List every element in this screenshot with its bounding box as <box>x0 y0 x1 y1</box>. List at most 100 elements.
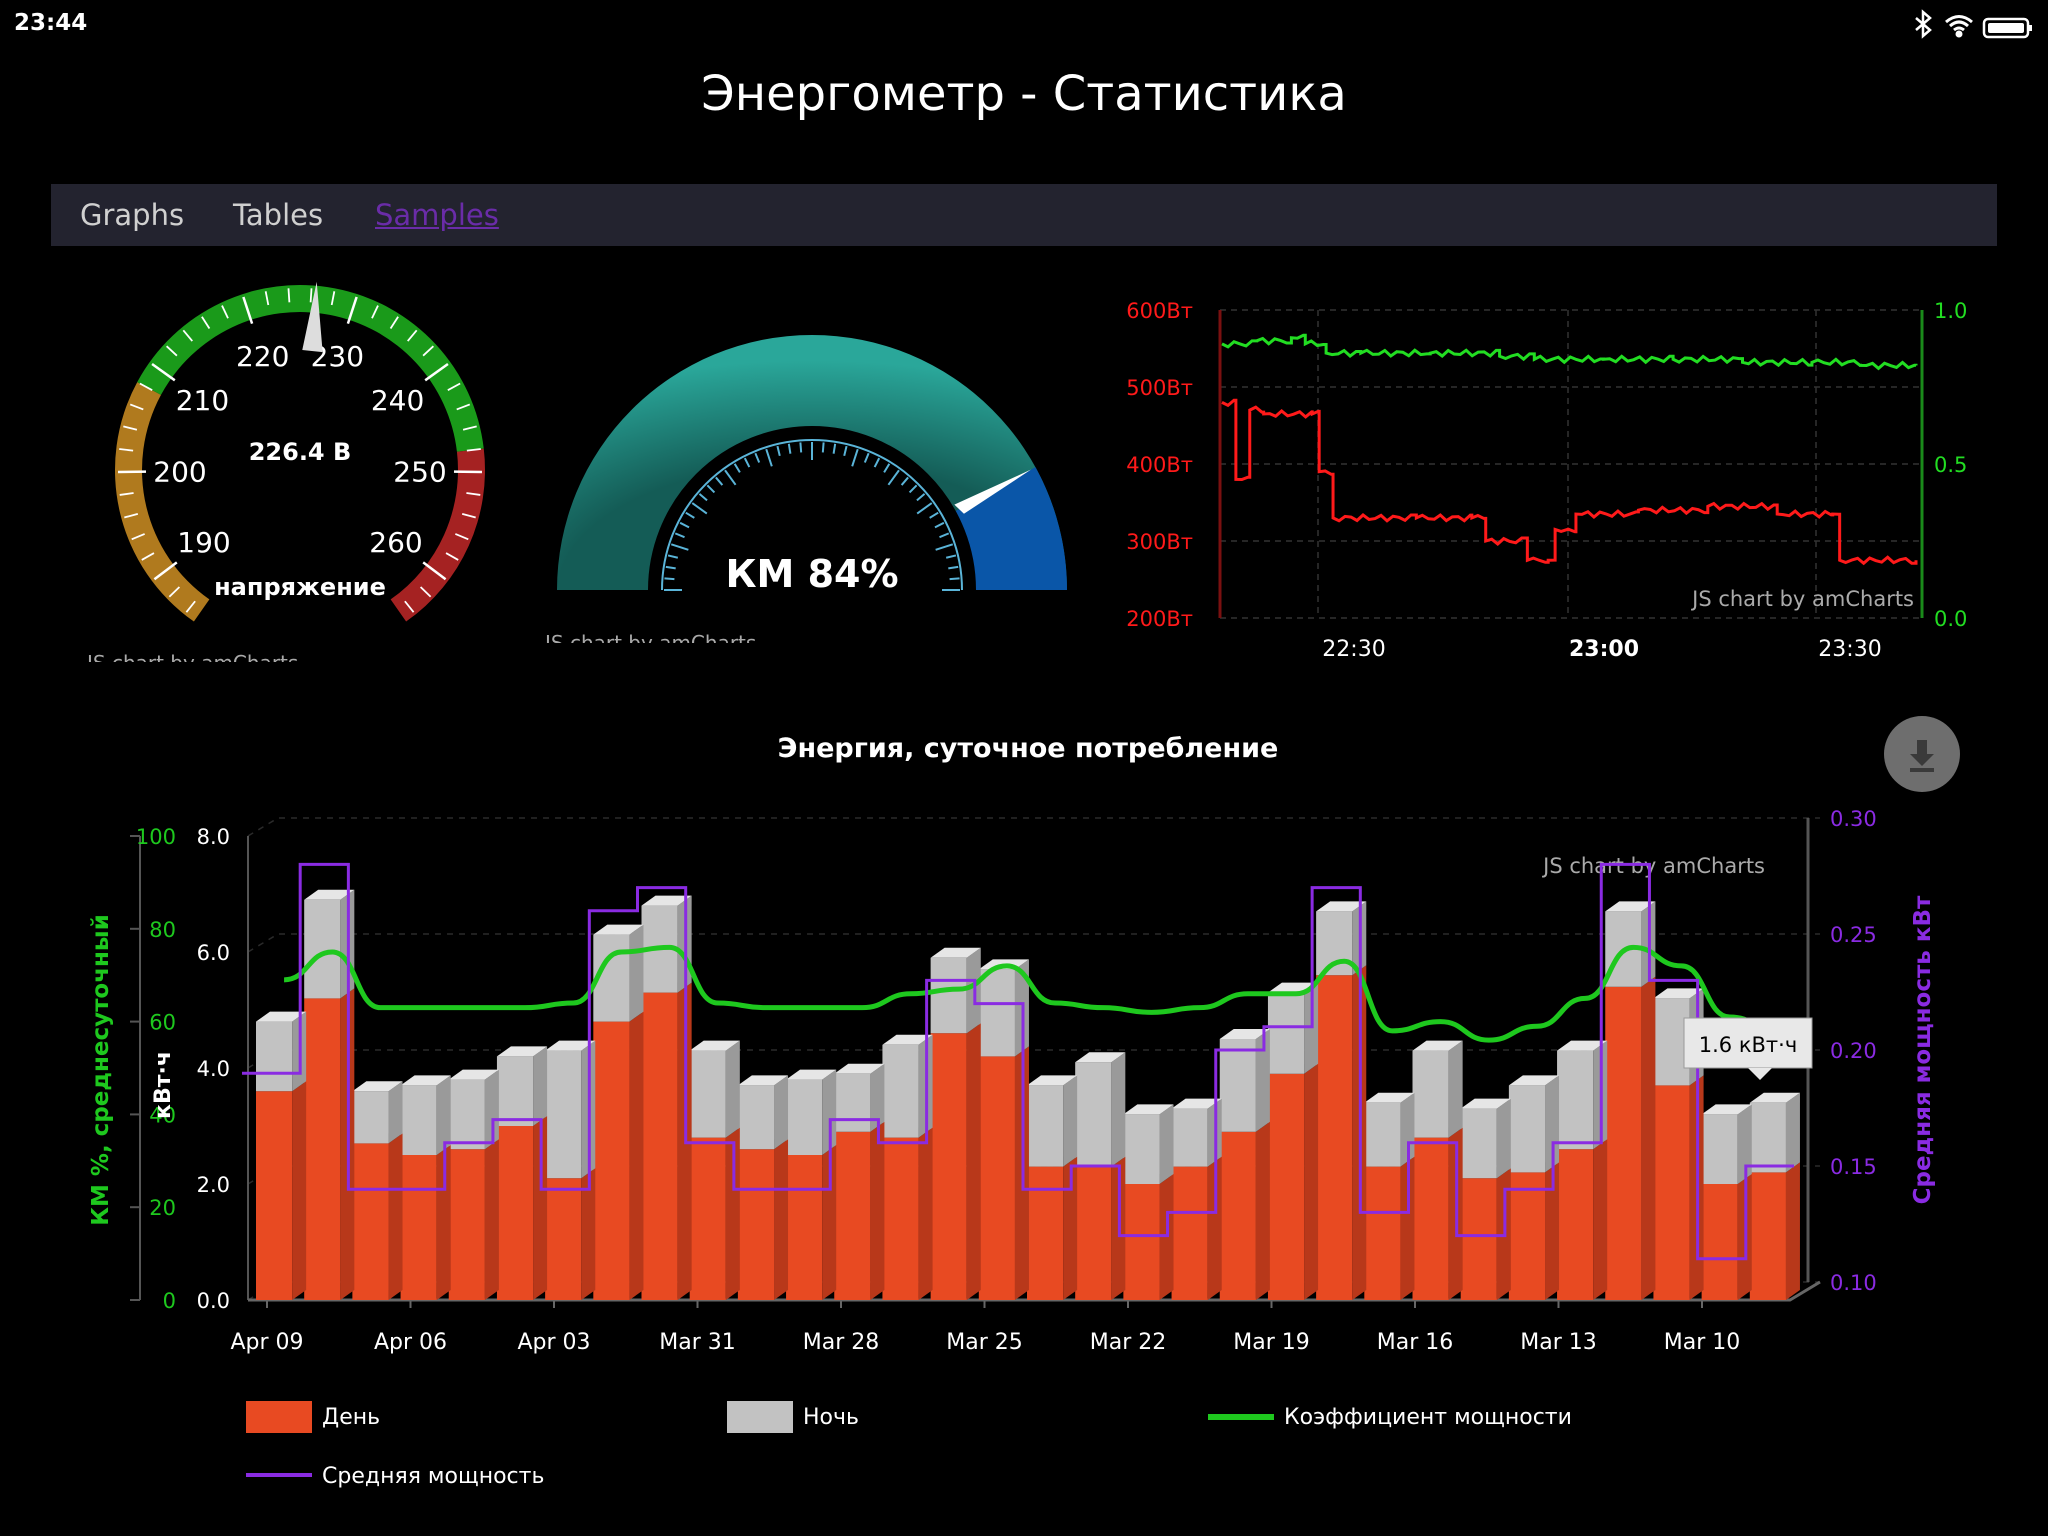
bar-night <box>1749 1102 1786 1173</box>
voltage-tick <box>129 403 144 411</box>
km-tick <box>883 463 891 473</box>
avg-power-axis-tick: 0.25 <box>1830 923 1877 947</box>
bar-night <box>1027 1085 1064 1167</box>
bar-night-top <box>1701 1104 1752 1115</box>
km-band <box>557 335 1067 590</box>
bar-night <box>448 1079 485 1150</box>
bar-night <box>1075 1062 1112 1167</box>
bar-night-side <box>629 924 644 1022</box>
bar-day-side <box>1255 1121 1270 1300</box>
bar-night-top <box>256 1011 307 1022</box>
main-gridline <box>247 1049 1820 1069</box>
bar-day-side <box>1352 965 1367 1300</box>
bar-night-side <box>1785 1092 1800 1173</box>
page-title: Энергометр - Статистика <box>701 66 1347 122</box>
pf-axis-tick: 100 <box>136 825 176 849</box>
bar-day-side <box>1448 1127 1463 1300</box>
voltage-tick-label: 190 <box>177 526 230 559</box>
bar-night-top <box>593 924 644 935</box>
voltage-tick <box>371 305 379 319</box>
km-tick <box>670 543 689 551</box>
x-tick-label: Mar 19 <box>1233 1330 1310 1355</box>
km-tick <box>863 452 870 463</box>
bar-night <box>882 1044 919 1138</box>
tab-graphs[interactable]: Graphs <box>80 198 184 232</box>
voltage-tick <box>166 345 178 357</box>
x-tick-label: Mar 16 <box>1377 1330 1454 1355</box>
bar-night-side <box>725 1040 740 1138</box>
avg-power-axis-tick: 0.15 <box>1830 1155 1877 1179</box>
kwh-axis-tick: 2.0 <box>197 1173 230 1197</box>
legend-pf-swatch <box>1208 1414 1274 1420</box>
bar-night-side <box>1641 901 1656 987</box>
tab-tables[interactable]: Tables <box>233 198 323 232</box>
live-right-tick: 0.0 <box>1934 607 1967 631</box>
main-gridline <box>247 933 1820 953</box>
x-tick-label: Mar 13 <box>1520 1330 1597 1355</box>
bar-night-top <box>496 1046 548 1057</box>
bar-day-side <box>292 1081 307 1300</box>
legend-night-label[interactable]: Ночь <box>803 1405 859 1430</box>
bar-night-side <box>1159 1104 1174 1184</box>
bar-day <box>978 1056 1015 1300</box>
avg-power-axis-tick: 0.30 <box>1830 807 1877 831</box>
bar-day <box>737 1149 775 1300</box>
km-tick <box>776 445 781 457</box>
legend-avg-power-swatch <box>246 1473 312 1477</box>
bar-night-side <box>1304 982 1319 1074</box>
live-x-tick: 23:00 <box>1569 637 1639 662</box>
bar-day-side <box>1545 1162 1560 1300</box>
legend-day-label[interactable]: День <box>322 1405 380 1430</box>
bar-night <box>1364 1102 1401 1167</box>
x-tick-label: Mar 28 <box>803 1330 880 1355</box>
km-value: КМ 84% <box>725 552 898 596</box>
x-tick-label: Mar 10 <box>1664 1330 1741 1355</box>
bar-night-side <box>1111 1052 1126 1167</box>
live-left-tick: 400Вт <box>1126 453 1193 477</box>
voltage-tick <box>462 425 477 431</box>
bar-day <box>1171 1166 1208 1300</box>
bar-day <box>1412 1137 1449 1300</box>
km-watermark: JS chart by amCharts <box>543 631 756 655</box>
voltage-tick-label: 220 <box>236 340 289 373</box>
bar-night <box>1701 1114 1738 1184</box>
bar-day <box>641 992 678 1300</box>
voltage-tick <box>182 329 193 342</box>
pf-axis-tick: 60 <box>149 1011 176 1035</box>
bar-night <box>545 1050 582 1179</box>
bar-day-side <box>484 1139 499 1300</box>
bar-night-side <box>436 1075 451 1155</box>
voltage-watermark: JS chart by amCharts <box>85 651 298 675</box>
avg-power-axis-tick: 0.10 <box>1830 1271 1877 1295</box>
bar-day-side <box>1159 1174 1174 1300</box>
kwh-axis-label: кВт·ч <box>151 1051 176 1119</box>
bar-day-side <box>581 1168 596 1300</box>
bar-night-side <box>677 895 692 993</box>
voltage-tick <box>466 448 481 452</box>
download-button[interactable] <box>1884 716 1960 792</box>
legend-avg-power-label[interactable]: Средняя мощность <box>322 1464 544 1489</box>
legend-pf-label[interactable]: Коэффициент мощности <box>1284 1405 1572 1430</box>
voltage-tick <box>407 329 418 342</box>
bar-night-side <box>533 1046 548 1126</box>
kwh-axis-tick: 8.0 <box>197 825 230 849</box>
bar-day-side <box>870 1121 885 1300</box>
km-tick <box>832 443 837 454</box>
bar-night-top <box>448 1069 499 1080</box>
bar-night <box>496 1056 534 1126</box>
bar-day-side <box>1689 1075 1704 1300</box>
live-x-tick: 23:30 <box>1818 637 1881 662</box>
bar-night-side <box>822 1069 837 1155</box>
bluetooth-icon <box>1915 9 1932 39</box>
voltage-tick <box>422 345 434 357</box>
bar-day-side <box>1207 1156 1222 1300</box>
bar-night-top <box>1123 1104 1174 1115</box>
bar-night-top <box>400 1075 451 1086</box>
bar-day <box>256 1091 293 1300</box>
km-tick <box>873 457 881 468</box>
bar-night-top <box>930 947 981 958</box>
tab-samples[interactable]: Samples <box>375 198 499 232</box>
bar-night-top <box>1605 901 1656 912</box>
pf-axis-tick: 80 <box>149 918 176 942</box>
km-tick <box>939 532 950 539</box>
